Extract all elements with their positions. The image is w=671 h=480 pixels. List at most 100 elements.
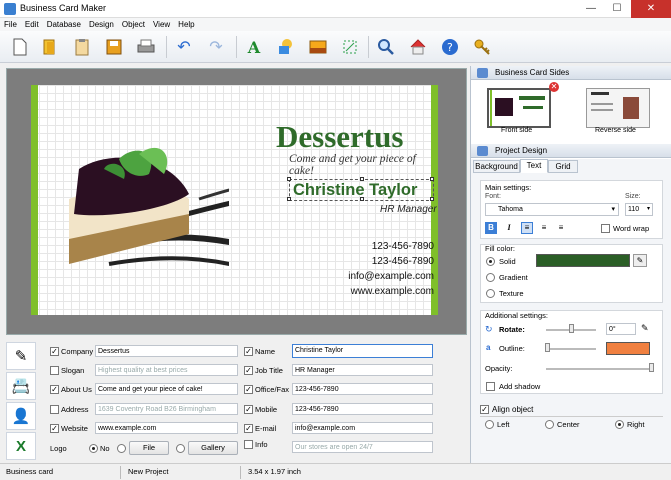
menu-help[interactable]: Help [174, 18, 198, 31]
mobile-checkbox[interactable]: ✓ [244, 405, 253, 414]
font-select[interactable]: Tahoma ▾ [485, 203, 619, 216]
rotate-reset-icon[interactable]: ✎ [641, 323, 649, 334]
align-object-checkbox[interactable]: ✓ [480, 405, 489, 414]
open-icon[interactable] [38, 35, 62, 59]
company-checkbox[interactable]: ✓ [50, 347, 59, 356]
company-input[interactable]: Dessertus [95, 345, 238, 357]
align-right-radio[interactable] [615, 420, 624, 429]
zoom-icon[interactable] [374, 35, 398, 59]
office-fax-input[interactable]: 123-456-7890 [292, 383, 433, 395]
card-job-title[interactable]: HR Manager [380, 204, 437, 215]
save-icon[interactable] [102, 35, 126, 59]
delete-side-icon[interactable]: ✕ [549, 82, 559, 92]
align-right-icon[interactable]: ≡ [555, 222, 567, 234]
card-website[interactable]: www.example.com [234, 286, 434, 297]
maximize-button[interactable]: ☐ [604, 0, 630, 18]
website-input[interactable]: www.example.com [95, 422, 238, 434]
website-checkbox[interactable]: ✓ [50, 424, 59, 433]
close-button[interactable]: ✕ [631, 0, 671, 18]
card-phone[interactable]: 123-456-7890 [234, 241, 434, 252]
add-image-icon[interactable] [306, 35, 330, 59]
address-checkbox[interactable] [50, 405, 59, 414]
logo-no-radio[interactable] [89, 444, 98, 453]
name-input[interactable]: Christine Taylor [292, 344, 433, 358]
redo-icon[interactable]: ↷ [204, 35, 228, 59]
about-us-checkbox[interactable]: ✓ [50, 385, 59, 394]
add-text-icon[interactable]: A [242, 35, 266, 59]
card-slogan[interactable]: Come and get your piece of cake! [289, 153, 438, 177]
align-left-radio[interactable] [485, 420, 494, 429]
name-checkbox[interactable]: ✓ [244, 347, 253, 356]
reverse-side-thumb[interactable] [586, 88, 650, 128]
menu-database[interactable]: Database [43, 18, 85, 31]
slogan-checkbox[interactable] [50, 366, 59, 375]
new-icon[interactable] [8, 35, 32, 59]
cake-image[interactable] [49, 139, 229, 289]
solid-radio[interactable] [486, 257, 495, 266]
job-title-checkbox[interactable]: ✓ [244, 366, 253, 375]
italic-button[interactable]: I [503, 222, 515, 234]
tab-grid[interactable]: Grid [548, 160, 578, 173]
bold-button[interactable]: B [485, 222, 497, 234]
tab-text[interactable]: Text [520, 159, 548, 173]
resize-handle[interactable] [287, 177, 291, 181]
card-company[interactable]: Dessertus [276, 119, 403, 155]
info-checkbox[interactable] [244, 440, 253, 449]
card-fax[interactable]: 123-456-7890 [234, 256, 434, 267]
help-icon[interactable]: ? [438, 35, 462, 59]
minimize-button[interactable]: — [578, 0, 604, 18]
logo-gallery-radio[interactable] [176, 444, 185, 453]
menu-view[interactable]: View [149, 18, 174, 31]
logo-file-radio[interactable] [117, 444, 126, 453]
email-input[interactable]: info@example.com [292, 422, 433, 434]
add-shadow-checkbox[interactable] [486, 382, 495, 391]
tab-background[interactable]: Background [473, 160, 520, 173]
rotate-slider-thumb[interactable] [569, 324, 574, 333]
card-name[interactable]: Christine Taylor [293, 181, 417, 200]
outline-color-swatch[interactable] [606, 342, 650, 355]
menu-file[interactable]: File [0, 18, 21, 31]
design-header[interactable]: Project Design [471, 144, 671, 158]
home-icon[interactable] [406, 35, 430, 59]
texture-radio[interactable] [486, 289, 495, 298]
gallery-button[interactable]: Gallery [188, 441, 238, 455]
outline-slider[interactable] [546, 348, 596, 350]
resize-handle[interactable] [430, 197, 434, 201]
word-wrap-checkbox[interactable] [601, 224, 610, 233]
gradient-radio[interactable] [486, 273, 495, 282]
design-canvas[interactable]: Dessertus Come and get your piece of cak… [6, 68, 467, 335]
add-shape-icon[interactable] [274, 35, 298, 59]
front-side-thumb[interactable] [487, 88, 551, 128]
crop-icon[interactable] [338, 35, 362, 59]
align-center-icon[interactable]: ≡ [538, 222, 550, 234]
email-checkbox[interactable]: ✓ [244, 424, 253, 433]
size-input[interactable]: 110 ▾ [625, 203, 653, 216]
mobile-input[interactable]: 123-456-7890 [292, 403, 433, 415]
opacity-slider[interactable] [546, 368, 654, 370]
outline-slider-thumb[interactable] [545, 343, 550, 352]
edit-fields-icon[interactable]: ✎ [6, 342, 36, 370]
align-center-radio[interactable] [545, 420, 554, 429]
templates-icon[interactable] [70, 35, 94, 59]
menu-design[interactable]: Design [85, 18, 118, 31]
about-us-input[interactable]: Come and get your piece of cake! [95, 383, 238, 395]
resize-handle[interactable] [287, 197, 291, 201]
key-icon[interactable] [470, 35, 494, 59]
undo-icon[interactable]: ↶ [172, 35, 196, 59]
address-input[interactable]: 1639 Coventry Road B26 Birmingham [95, 403, 238, 415]
card-email[interactable]: info@example.com [234, 271, 434, 282]
business-card[interactable]: Dessertus Come and get your piece of cak… [31, 85, 438, 315]
slogan-input[interactable]: Highest quality at best prices [95, 364, 238, 376]
menu-edit[interactable]: Edit [21, 18, 43, 31]
print-icon[interactable] [134, 35, 158, 59]
office-fax-checkbox[interactable]: ✓ [244, 385, 253, 394]
job-title-input[interactable]: HR Manager [292, 364, 433, 376]
database-icon[interactable]: 📇 [6, 372, 36, 400]
contacts-icon[interactable]: 👤 [6, 402, 36, 430]
rotate-input[interactable]: 0° [606, 323, 636, 335]
solid-color-swatch[interactable] [536, 254, 630, 267]
opacity-slider-thumb[interactable] [649, 363, 654, 372]
info-input[interactable]: Our stores are open 24/7 [292, 441, 433, 453]
file-button[interactable]: File [129, 441, 169, 455]
sides-header[interactable]: Business Card Sides [471, 66, 671, 80]
